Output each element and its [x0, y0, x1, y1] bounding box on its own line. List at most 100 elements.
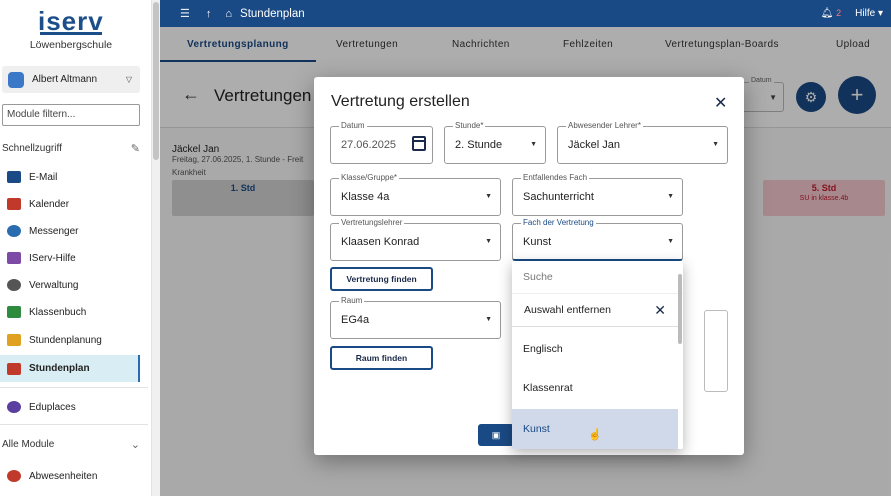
- hour-select-label: Stunde*: [453, 121, 486, 130]
- sidebar-item-label: Messenger: [29, 225, 79, 237]
- hour-select-value: 2. Stunde: [455, 139, 503, 151]
- cancelled-subject-label: Entfallendes Fach: [521, 173, 590, 182]
- user-name: Albert Altmann: [32, 74, 98, 85]
- gear-icon: [7, 279, 21, 291]
- sidebar-item-label: Eduplaces: [29, 401, 76, 413]
- sidebar-item-messenger[interactable]: Messenger: [0, 219, 140, 243]
- substitute-teacher-label: Vertretungslehrer: [339, 218, 405, 227]
- avatar: [8, 71, 24, 88]
- sidebar-item-label: Abwesenheiten: [29, 470, 98, 482]
- absences-icon: [7, 470, 21, 482]
- chevron-down-icon: ▼: [667, 238, 674, 245]
- dialog-title: Vertretung erstellen: [331, 93, 470, 110]
- cancelled-subject-value: Sachunterricht: [523, 191, 594, 203]
- chevron-down-icon: ▽: [125, 75, 132, 84]
- substitute-teacher-select[interactable]: Vertretungslehrer Klaasen Konrad ▼: [330, 218, 501, 261]
- save-button[interactable]: ▣: [478, 424, 514, 446]
- dropdown-option-klassenrat[interactable]: Klassenrat: [512, 368, 678, 408]
- find-room-button[interactable]: Raum finden: [330, 346, 433, 370]
- class-select-value: Klasse 4a: [341, 191, 390, 203]
- home-icon[interactable]: ⌂: [225, 8, 232, 20]
- sidebar-item-label: E-Mail: [29, 171, 58, 183]
- date-field-value: 27.06.2025: [341, 139, 397, 151]
- sidebar-item-label: Verwaltung: [29, 279, 79, 291]
- substitute-subject-label: Fach der Vertretung: [521, 218, 596, 227]
- chevron-down-icon: ⌄: [130, 439, 140, 451]
- absent-teacher-select[interactable]: Abwesender Lehrer* Jäckel Jan ▼: [557, 121, 728, 164]
- close-icon: ✕: [654, 301, 666, 318]
- sidebar-item-label: IServ-Hilfe: [29, 252, 76, 264]
- chevron-down-icon: ▼: [485, 193, 492, 200]
- room-select-value: EG4a: [341, 314, 370, 326]
- cancelled-subject-select[interactable]: Entfallendes Fach Sachunterricht ▼: [512, 173, 683, 216]
- class-select[interactable]: Klasse/Gruppe* Klasse 4a ▼: [330, 173, 501, 216]
- subject-dropdown: Suche Auswahl entfernen ✕ Englisch Klass…: [512, 261, 683, 449]
- find-substitute-button[interactable]: Vertretung finden: [330, 267, 433, 291]
- sidebar-item-eduplaces[interactable]: Eduplaces: [0, 395, 140, 419]
- classbook-icon: [7, 306, 21, 318]
- eduplaces-icon: [7, 401, 21, 413]
- chevron-down-icon: ▼: [485, 238, 492, 245]
- school-name: Löwenbergschule: [29, 39, 113, 51]
- substitute-subject-select[interactable]: Fach der Vertretung Kunst ▼: [512, 218, 683, 261]
- close-icon[interactable]: ✕: [714, 93, 727, 113]
- user-menu[interactable]: Albert Altmann ▽: [2, 66, 140, 93]
- edit-icon[interactable]: ✎: [131, 142, 140, 155]
- hand-cursor-icon: ☝: [588, 429, 602, 441]
- absent-teacher-label: Abwesender Lehrer*: [566, 121, 643, 130]
- sidebar: iserv Löwenbergschule Albert Altmann ▽ M…: [0, 0, 152, 496]
- room-select[interactable]: Raum EG4a ▼: [330, 296, 501, 339]
- class-select-label: Klasse/Gruppe*: [339, 173, 400, 182]
- substitute-subject-value: Kunst: [523, 236, 552, 248]
- bell-icon: 🔔︎: [820, 8, 834, 19]
- top-bar-actions: 🔔︎ 2 Hilfe ▾: [821, 8, 883, 19]
- quick-access-header: Schnellzugriff ✎: [2, 142, 140, 155]
- sidebar-scrollbar[interactable]: [152, 0, 160, 496]
- page-title: Stundenplan: [240, 7, 305, 20]
- sidebar-item-label: Stundenplan: [29, 363, 90, 374]
- notifications-button[interactable]: 🔔︎ 2: [821, 8, 842, 19]
- sidebar-item-help[interactable]: IServ-Hilfe: [0, 246, 140, 270]
- sidebar-item-classbook[interactable]: Klassenbuch: [0, 300, 140, 324]
- divider: [0, 387, 148, 388]
- sidebar-item-label: Kalender: [29, 198, 70, 210]
- up-arrow-icon[interactable]: ↑: [206, 8, 212, 20]
- chevron-down-icon: ▼: [712, 141, 719, 148]
- hour-select[interactable]: Stunde* 2. Stunde ▼: [444, 121, 546, 164]
- menu-icon[interactable]: ☰: [180, 7, 190, 20]
- logo-underline: [40, 32, 102, 35]
- help-menu-label: Hilfe: [855, 8, 876, 19]
- mail-icon: [7, 171, 21, 183]
- clear-selection-label: Auswahl entfernen: [524, 304, 611, 316]
- chevron-down-icon: ▼: [530, 141, 537, 148]
- chevron-down-icon: ▼: [485, 316, 492, 323]
- all-modules-toggle[interactable]: Alle Module ⌄: [2, 438, 140, 451]
- sidebar-item-admin[interactable]: Verwaltung: [0, 273, 140, 297]
- save-icon: ▣: [491, 430, 501, 440]
- notes-textarea[interactable]: [704, 310, 728, 392]
- module-filter-input[interactable]: Module filtern...: [2, 104, 140, 126]
- substitute-teacher-value: Klaasen Konrad: [341, 236, 420, 248]
- top-bar: ☰ ↑ ⌂ Stundenplan 🔔︎ 2 Hilfe ▾: [160, 0, 891, 27]
- sidebar-item-absences[interactable]: Abwesenheiten: [0, 464, 140, 488]
- messenger-icon: [7, 225, 21, 237]
- absent-teacher-value: Jäckel Jan: [568, 139, 620, 151]
- sidebar-item-calendar[interactable]: Kalender: [0, 192, 140, 216]
- chevron-down-icon: ▼: [667, 193, 674, 200]
- sidebar-item-planning[interactable]: Stundenplanung: [0, 328, 140, 352]
- calendar-icon: [7, 198, 21, 210]
- timetable-icon: [7, 362, 21, 375]
- sidebar-item-email[interactable]: E-Mail: [0, 165, 140, 189]
- sidebar-item-label: Stundenplanung: [29, 334, 102, 346]
- help-menu[interactable]: Hilfe ▾: [855, 8, 883, 19]
- clear-selection-option[interactable]: Auswahl entfernen ✕: [512, 294, 678, 327]
- dropdown-option-englisch[interactable]: Englisch: [512, 329, 678, 369]
- dropdown-search-input[interactable]: Suche: [512, 261, 683, 294]
- calendar-icon[interactable]: [412, 136, 426, 151]
- date-field[interactable]: Datum 27.06.2025: [330, 121, 433, 164]
- quick-access-label: Schnellzugriff: [2, 143, 62, 154]
- dropdown-scrollbar[interactable]: [678, 274, 682, 344]
- all-modules-label: Alle Module: [2, 439, 55, 450]
- sidebar-item-timetable[interactable]: Stundenplan: [0, 355, 140, 382]
- scrollbar-thumb[interactable]: [153, 2, 159, 160]
